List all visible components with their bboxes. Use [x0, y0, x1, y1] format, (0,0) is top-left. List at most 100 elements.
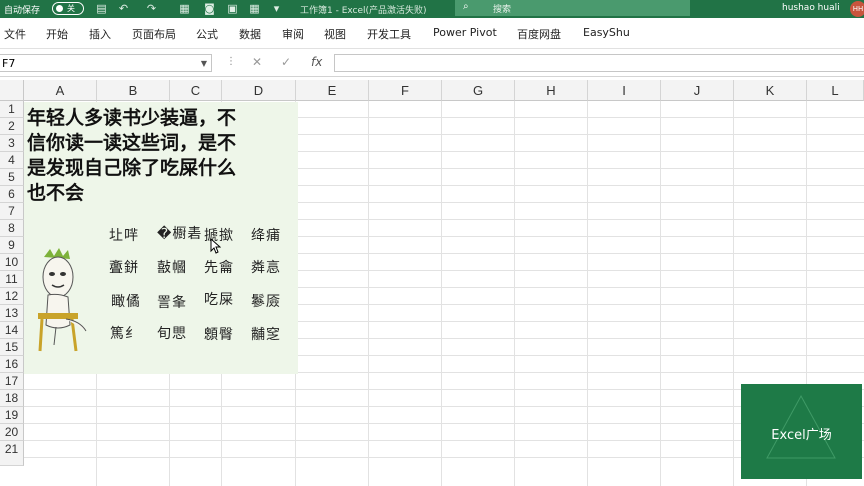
column-header[interactable]: J	[661, 80, 734, 101]
row-header[interactable]: 17	[0, 373, 24, 390]
headline-line: 信你读一读这些词，是不	[27, 132, 237, 154]
column-header[interactable]: I	[588, 80, 661, 101]
rare-word: 先龠	[204, 260, 234, 276]
form-icon[interactable]: ▣	[226, 2, 239, 15]
headline-line: 也不会	[27, 182, 85, 204]
picture-headline: 年轻人多读书少装逼，不 信你读一读这些词，是不 是发现自己除了吃屎什么 也不会	[27, 106, 299, 206]
avatar[interactable]: HH	[850, 1, 864, 17]
row-header[interactable]: 20	[0, 424, 24, 441]
row-header[interactable]: 2	[0, 118, 24, 135]
tab-home[interactable]: 开始	[46, 26, 68, 42]
row-header[interactable]: 16	[0, 356, 24, 373]
row-header[interactable]: 3	[0, 135, 24, 152]
search-placeholder: 搜索	[493, 5, 512, 15]
chevron-down-icon[interactable]: ▼	[201, 55, 207, 73]
column-header[interactable]: L	[807, 80, 864, 101]
ribbon-tabs: 文件 开始 插入 页面布局 公式 数据 审阅 视图 开发工具 Power Piv…	[0, 18, 864, 49]
row-header[interactable]: 7	[0, 203, 24, 220]
column-header[interactable]: K	[734, 80, 807, 101]
column-header[interactable]: G	[442, 80, 515, 101]
user-name[interactable]: hushao huali	[782, 3, 840, 13]
meme-character-icon	[38, 248, 87, 352]
rare-word: 鬖厱	[251, 294, 281, 310]
column-header[interactable]: C	[170, 80, 222, 101]
cancel-icon[interactable]: ✕	[252, 55, 262, 69]
watermark-label: Excel广场	[771, 428, 832, 443]
tab-easyshu[interactable]: EasyShu	[583, 26, 630, 39]
mouse-cursor-icon	[210, 238, 221, 254]
row-header[interactable]: 11	[0, 271, 24, 288]
rare-word: 詈夆	[157, 295, 187, 311]
formula-bar: F7 ▼ ⋮ ✕ ✓ fx	[0, 52, 864, 77]
tab-baidu-netdisk[interactable]: 百度网盘	[517, 26, 561, 42]
grid-icon[interactable]: ▦	[248, 2, 261, 15]
row-header[interactable]: 15	[0, 339, 24, 356]
grid-hline	[24, 423, 864, 424]
column-header[interactable]: A	[24, 80, 97, 101]
tab-file[interactable]: 文件	[4, 26, 26, 42]
rare-word: �櫉砉	[157, 226, 203, 242]
grid-vline	[441, 101, 442, 486]
search-icon: ⌕	[463, 1, 469, 12]
column-header[interactable]: H	[515, 80, 588, 101]
tab-power-pivot[interactable]: Power Pivot	[433, 26, 497, 39]
grid-vline	[733, 101, 734, 486]
headline-line: 是发现自己除了吃屎什么	[27, 157, 237, 179]
tab-data[interactable]: 数据	[239, 26, 261, 42]
save-icon[interactable]: ▤	[95, 2, 108, 15]
title-bar: 自动保存 关 ▤ ↶ ↷ ▦ ◙ ▣ ▦ ▾ 工作簿1 - Excel(产品激活…	[0, 0, 864, 18]
row-header[interactable]: 9	[0, 237, 24, 254]
autosave-label: 自动保存	[4, 6, 41, 16]
column-header[interactable]: F	[369, 80, 442, 101]
row-header[interactable]: 8	[0, 220, 24, 237]
rare-word: 黼窆	[251, 327, 281, 343]
row-header[interactable]: 19	[0, 407, 24, 424]
insert-function-button[interactable]: fx	[311, 55, 322, 69]
rare-word: 旬愳	[157, 326, 187, 342]
row-header[interactable]: 5	[0, 169, 24, 186]
tab-review[interactable]: 审阅	[282, 26, 304, 42]
enter-icon[interactable]: ✓	[281, 55, 291, 69]
rare-word: 圵哶	[109, 228, 139, 244]
tab-page-layout[interactable]: 页面布局	[132, 26, 176, 42]
name-box[interactable]: F7 ▼	[0, 54, 212, 72]
tab-developer[interactable]: 开发工具	[367, 26, 411, 42]
grid-hline	[24, 406, 864, 407]
rare-word: 瞰僪	[111, 294, 141, 310]
rare-word: 顖臀	[204, 327, 234, 343]
name-box-value: F7	[2, 57, 16, 70]
row-header[interactable]: 14	[0, 322, 24, 339]
column-header[interactable]: D	[222, 80, 296, 101]
rare-word: 敼幗	[157, 260, 187, 276]
row-header[interactable]: 10	[0, 254, 24, 271]
grid-hline	[24, 440, 864, 441]
more-icon: ⋮	[226, 56, 236, 67]
column-header[interactable]: B	[97, 80, 170, 101]
rare-word: 绛痡	[251, 228, 281, 244]
grid-hline	[24, 457, 864, 458]
row-header[interactable]: 1	[0, 101, 24, 118]
formula-input[interactable]	[334, 54, 864, 72]
select-all-corner[interactable]	[0, 80, 24, 101]
table-icon[interactable]: ▦	[178, 2, 191, 15]
row-header[interactable]: 4	[0, 152, 24, 169]
meme-picture[interactable]: 年轻人多读书少装逼，不 信你读一读这些词，是不 是发现自己除了吃屎什么 也不会 …	[24, 102, 298, 374]
grid-hline	[24, 389, 864, 390]
row-header[interactable]: 18	[0, 390, 24, 407]
autosave-toggle[interactable]: 关	[52, 2, 84, 15]
redo-icon[interactable]: ↷	[145, 2, 158, 15]
row-header[interactable]: 12	[0, 288, 24, 305]
rare-word: 斖鉼	[109, 260, 139, 276]
search-box[interactable]: ⌕ 搜索	[455, 0, 690, 16]
tab-formulas[interactable]: 公式	[196, 26, 218, 42]
row-header[interactable]: 13	[0, 305, 24, 322]
watermark-tile: Excel广场	[741, 384, 862, 479]
row-header[interactable]: 21	[0, 441, 24, 466]
customize-qat-icon[interactable]: ▾	[270, 2, 283, 15]
column-header[interactable]: E	[296, 80, 369, 101]
undo-icon[interactable]: ↶	[117, 2, 130, 15]
row-header[interactable]: 6	[0, 186, 24, 203]
camera-icon[interactable]: ◙	[203, 2, 216, 15]
tab-view[interactable]: 视图	[324, 26, 346, 42]
tab-insert[interactable]: 插入	[89, 26, 111, 42]
